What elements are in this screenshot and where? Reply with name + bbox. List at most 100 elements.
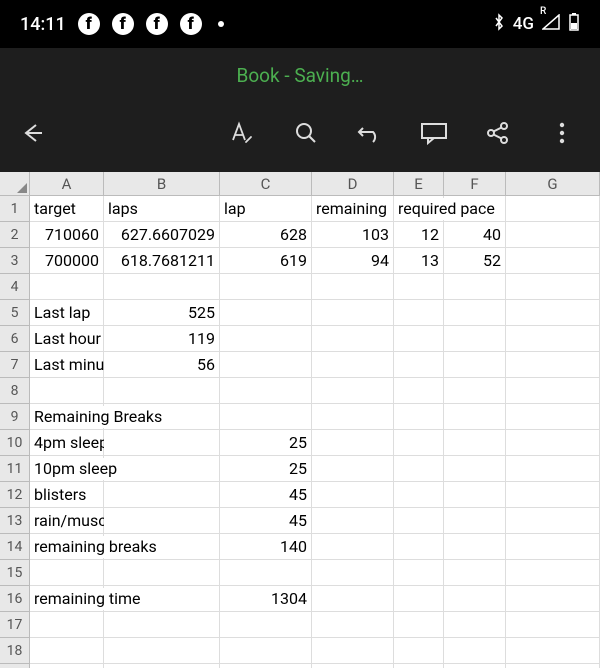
cell-A19[interactable] bbox=[30, 664, 104, 668]
col-header-f[interactable]: F bbox=[444, 172, 506, 196]
cell-C3[interactable]: 619 bbox=[220, 248, 312, 274]
cell-A10[interactable]: 4pm sleep bbox=[30, 430, 104, 456]
cell-B1[interactable]: laps bbox=[104, 196, 220, 222]
cell-F9[interactable] bbox=[444, 404, 506, 430]
row-header-9[interactable]: 9 bbox=[0, 404, 30, 430]
row-header-6[interactable]: 6 bbox=[0, 326, 30, 352]
cell-G17[interactable] bbox=[506, 612, 600, 638]
cell-G10[interactable] bbox=[506, 430, 600, 456]
cell-B19[interactable] bbox=[104, 664, 220, 668]
cell-C7[interactable] bbox=[220, 352, 312, 378]
cell-C10[interactable]: 25 bbox=[220, 430, 312, 456]
grid-cells[interactable]: targetlapslapremainingrequired pace71006… bbox=[30, 196, 600, 668]
cell-D4[interactable] bbox=[312, 274, 394, 300]
cell-E2[interactable]: 12 bbox=[394, 222, 444, 248]
cell-G12[interactable] bbox=[506, 482, 600, 508]
cell-E17[interactable] bbox=[394, 612, 444, 638]
cell-C18[interactable] bbox=[220, 638, 312, 664]
cell-G5[interactable] bbox=[506, 300, 600, 326]
cell-G18[interactable] bbox=[506, 638, 600, 664]
cell-D12[interactable] bbox=[312, 482, 394, 508]
cell-E13[interactable] bbox=[394, 508, 444, 534]
cell-E12[interactable] bbox=[394, 482, 444, 508]
cell-D3[interactable]: 94 bbox=[312, 248, 394, 274]
cell-B7[interactable]: 56 bbox=[104, 352, 220, 378]
cell-D6[interactable] bbox=[312, 326, 394, 352]
cell-B15[interactable] bbox=[104, 560, 220, 586]
row-header-1[interactable]: 1 bbox=[0, 196, 30, 222]
font-style-button[interactable] bbox=[228, 119, 256, 147]
cell-D11[interactable] bbox=[312, 456, 394, 482]
cell-B8[interactable] bbox=[104, 378, 220, 404]
col-header-e[interactable]: E bbox=[394, 172, 444, 196]
cell-C14[interactable]: 140 bbox=[220, 534, 312, 560]
cell-E9[interactable] bbox=[394, 404, 444, 430]
cell-A13[interactable]: rain/musc bbox=[30, 508, 104, 534]
cell-G19[interactable] bbox=[506, 664, 600, 668]
cell-B5[interactable]: 525 bbox=[104, 300, 220, 326]
cell-E4[interactable] bbox=[394, 274, 444, 300]
cell-F12[interactable] bbox=[444, 482, 506, 508]
cell-C17[interactable] bbox=[220, 612, 312, 638]
cell-F16[interactable] bbox=[444, 586, 506, 612]
row-header-13[interactable]: 13 bbox=[0, 508, 30, 534]
cell-A15[interactable] bbox=[30, 560, 104, 586]
cell-D10[interactable] bbox=[312, 430, 394, 456]
cell-B18[interactable] bbox=[104, 638, 220, 664]
row-header-11[interactable]: 11 bbox=[0, 456, 30, 482]
cell-C4[interactable] bbox=[220, 274, 312, 300]
cell-C6[interactable] bbox=[220, 326, 312, 352]
share-button[interactable] bbox=[484, 119, 512, 147]
cell-A9[interactable]: Remaining Breaks bbox=[30, 404, 104, 430]
cell-B2[interactable]: 627.6607029 bbox=[104, 222, 220, 248]
cell-A2[interactable]: 710060 bbox=[30, 222, 104, 248]
comment-button[interactable] bbox=[420, 119, 448, 147]
cell-E1[interactable]: required pace bbox=[394, 196, 444, 222]
cell-A14[interactable]: remaining breaks bbox=[30, 534, 104, 560]
row-header-4[interactable]: 4 bbox=[0, 274, 30, 300]
cell-F11[interactable] bbox=[444, 456, 506, 482]
cell-D9[interactable] bbox=[312, 404, 394, 430]
cell-A5[interactable]: Last lap bbox=[30, 300, 104, 326]
row-header-14[interactable]: 14 bbox=[0, 534, 30, 560]
more-menu-button[interactable] bbox=[548, 119, 576, 147]
row-header-5[interactable]: 5 bbox=[0, 300, 30, 326]
cell-B6[interactable]: 119 bbox=[104, 326, 220, 352]
cell-F17[interactable] bbox=[444, 612, 506, 638]
cell-A1[interactable]: target bbox=[30, 196, 104, 222]
cell-A18[interactable] bbox=[30, 638, 104, 664]
cell-F18[interactable] bbox=[444, 638, 506, 664]
cell-B11[interactable] bbox=[104, 456, 220, 482]
cell-E10[interactable] bbox=[394, 430, 444, 456]
cell-G2[interactable] bbox=[506, 222, 600, 248]
cell-C2[interactable]: 628 bbox=[220, 222, 312, 248]
cell-F13[interactable] bbox=[444, 508, 506, 534]
cell-C5[interactable] bbox=[220, 300, 312, 326]
row-headers[interactable]: 12345678910111213141516171819 bbox=[0, 196, 30, 668]
cell-C16[interactable]: 1304 bbox=[220, 586, 312, 612]
cell-E5[interactable] bbox=[394, 300, 444, 326]
cell-D13[interactable] bbox=[312, 508, 394, 534]
cell-C11[interactable]: 25 bbox=[220, 456, 312, 482]
cell-C19[interactable] bbox=[220, 664, 312, 668]
cell-D1[interactable]: remaining bbox=[312, 196, 394, 222]
row-header-16[interactable]: 16 bbox=[0, 586, 30, 612]
cell-E14[interactable] bbox=[394, 534, 444, 560]
row-header-18[interactable]: 18 bbox=[0, 638, 30, 664]
cell-D14[interactable] bbox=[312, 534, 394, 560]
cell-G16[interactable] bbox=[506, 586, 600, 612]
cell-G3[interactable] bbox=[506, 248, 600, 274]
row-header-8[interactable]: 8 bbox=[0, 378, 30, 404]
cell-F4[interactable] bbox=[444, 274, 506, 300]
col-header-a[interactable]: A bbox=[30, 172, 104, 196]
cell-C15[interactable] bbox=[220, 560, 312, 586]
cell-E16[interactable] bbox=[394, 586, 444, 612]
cell-C13[interactable]: 45 bbox=[220, 508, 312, 534]
cell-G8[interactable] bbox=[506, 378, 600, 404]
cell-A6[interactable]: Last hour bbox=[30, 326, 104, 352]
cell-D19[interactable] bbox=[312, 664, 394, 668]
cell-F3[interactable]: 52 bbox=[444, 248, 506, 274]
cell-B3[interactable]: 618.7681211 bbox=[104, 248, 220, 274]
cell-A16[interactable]: remaining time bbox=[30, 586, 104, 612]
row-header-10[interactable]: 10 bbox=[0, 430, 30, 456]
